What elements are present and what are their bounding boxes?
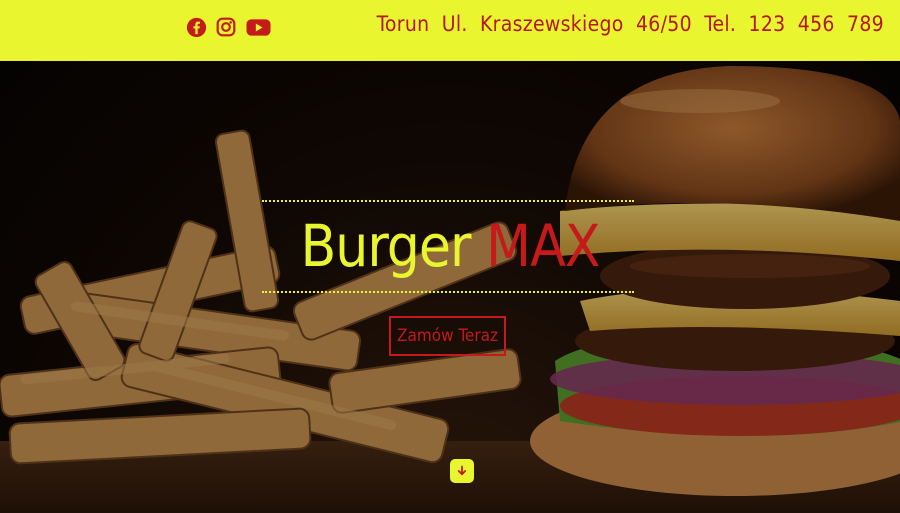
title-divider-top	[262, 200, 634, 202]
hero-background-image	[0, 61, 900, 513]
scroll-down-button[interactable]	[450, 459, 474, 483]
social-links	[185, 15, 271, 39]
hero-title-burger: Burger	[300, 212, 471, 280]
contact-info: Torun Ul. Kraszewskiego 46/50 Tel. 123 4…	[376, 12, 884, 36]
hero-section: Burger MAX Zamów Teraz	[0, 61, 900, 513]
top-bar: Torun Ul. Kraszewskiego 46/50 Tel. 123 4…	[0, 0, 900, 61]
youtube-icon[interactable]	[245, 15, 271, 39]
instagram-icon[interactable]	[215, 15, 237, 39]
title-divider-bottom	[262, 291, 634, 293]
facebook-icon[interactable]	[185, 15, 207, 39]
hero-title-max: MAX	[486, 212, 600, 280]
hero-title: Burger MAX	[0, 208, 900, 284]
order-now-button[interactable]: Zamów Teraz	[389, 316, 506, 356]
arrow-down-icon	[457, 465, 467, 476]
